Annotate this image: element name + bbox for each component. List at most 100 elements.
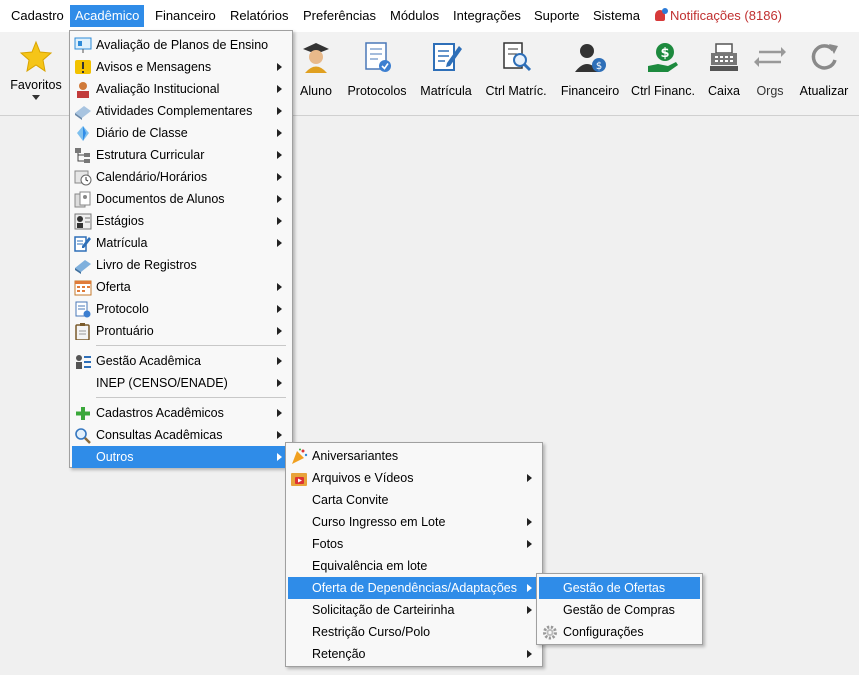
- financeiro-label: Financeiro: [560, 84, 620, 98]
- notification-bell-icon: [655, 8, 668, 21]
- menu-item-configuracoes[interactable]: Configurações: [539, 621, 700, 643]
- oferta-dependencias-submenu: Gestão de Ofertas Gestão de Compras Conf…: [536, 573, 703, 645]
- menu-item-retencao[interactable]: Retenção: [288, 643, 540, 665]
- aluno-button[interactable]: Aluno: [296, 40, 336, 110]
- menu-item-documentos-alunos[interactable]: Documentos de Alunos: [72, 188, 290, 210]
- menu-item-oferta[interactable]: Oferta: [72, 276, 290, 298]
- menu-item-restricao-curso-polo[interactable]: Restrição Curso/Polo: [288, 621, 540, 643]
- menu-item-matricula[interactable]: Matrícula: [72, 232, 290, 254]
- menu-sistema[interactable]: Sistema: [588, 5, 645, 27]
- menu-separator: [96, 345, 286, 346]
- student-icon: [303, 43, 329, 73]
- notifications-link[interactable]: Notificações (8186): [650, 5, 787, 27]
- menu-item-fotos[interactable]: Fotos: [288, 533, 540, 555]
- menu-item-avisos[interactable]: Avisos e Mensagens: [72, 56, 290, 78]
- menu-suporte[interactable]: Suporte: [529, 5, 585, 27]
- svg-text:$: $: [660, 46, 669, 61]
- submenu-arrow-icon: [277, 409, 282, 417]
- diary-icon: [77, 126, 89, 141]
- menu-item-estagios[interactable]: Estágios: [72, 210, 290, 232]
- menu-item-protocolo[interactable]: Protocolo: [72, 298, 290, 320]
- menu-item-gestao-academica[interactable]: Gestão Acadêmica: [72, 350, 290, 372]
- protocol-document-icon: [75, 301, 91, 318]
- menu-item-curso-ingresso-lote[interactable]: Curso Ingresso em Lote: [288, 511, 540, 533]
- menu-item-oferta-dependencias[interactable]: Oferta de Dependências/Adaptações: [288, 577, 540, 599]
- submenu-arrow-icon: [277, 151, 282, 159]
- menu-item-avaliacao-institucional[interactable]: Avaliação Institucional: [72, 78, 290, 100]
- party-icon: [292, 448, 308, 464]
- favoritos-button[interactable]: Favoritos: [6, 40, 66, 110]
- warning-sign-icon: [75, 60, 91, 74]
- menu-item-avaliacao-planos[interactable]: Avaliação de Planos de Ensino: [72, 34, 290, 56]
- menu-relatorios[interactable]: Relatórios: [225, 5, 294, 27]
- submenu-arrow-icon: [277, 327, 282, 335]
- menu-item-arquivos-videos[interactable]: Arquivos e Vídeos: [288, 467, 540, 489]
- documents-icon: [74, 191, 91, 208]
- person-clipboard-icon: [77, 82, 89, 98]
- atualizar-button[interactable]: Atualizar: [798, 40, 850, 110]
- menu-item-prontuario[interactable]: Prontuário: [72, 320, 290, 342]
- clipboard-icon: [75, 323, 90, 340]
- menu-item-atividades-complementares[interactable]: Atividades Complementares: [72, 100, 290, 122]
- matricula-label: Matrícula: [420, 84, 472, 98]
- ctrl-financ-label: Ctrl Financ.: [631, 84, 695, 98]
- menu-item-gestao-ofertas[interactable]: Gestão de Ofertas: [539, 577, 700, 599]
- star-icon: [19, 40, 53, 73]
- swap-arrows-icon: [754, 47, 786, 67]
- cash-register-icon: [710, 43, 738, 71]
- submenu-arrow-icon: [527, 474, 532, 482]
- menu-cadastro[interactable]: Cadastro: [6, 5, 69, 27]
- book-icon: [75, 260, 91, 274]
- management-icon: [76, 355, 91, 369]
- submenu-arrow-icon: [277, 283, 282, 291]
- menu-academico[interactable]: Acadêmico: [70, 5, 145, 27]
- menu-item-gestao-compras[interactable]: Gestão de Compras: [539, 599, 700, 621]
- financeiro-button[interactable]: $ Financeiro: [559, 40, 621, 110]
- protocolos-button[interactable]: Protocolos: [346, 40, 408, 110]
- caixa-button[interactable]: Caixa: [706, 40, 742, 110]
- outros-submenu: Aniversariantes Arquivos e Vídeos Carta …: [285, 442, 543, 667]
- menu-item-diario-classe[interactable]: Diário de Classe: [72, 122, 290, 144]
- menu-integracoes[interactable]: Integrações: [448, 5, 526, 27]
- person-money-icon: $: [575, 44, 606, 72]
- menu-item-calendario[interactable]: Calendário/Horários: [72, 166, 290, 188]
- caixa-label: Caixa: [708, 84, 740, 98]
- books-icon: [75, 106, 91, 120]
- submenu-arrow-icon: [277, 379, 282, 387]
- submenu-arrow-icon: [277, 431, 282, 439]
- submenu-arrow-icon: [277, 173, 282, 181]
- hierarchy-icon: [75, 148, 90, 163]
- atualizar-label: Atualizar: [799, 84, 849, 98]
- menu-item-aniversariantes[interactable]: Aniversariantes: [288, 445, 540, 467]
- menu-preferencias[interactable]: Preferências: [298, 5, 381, 27]
- protocolos-label: Protocolos: [347, 84, 407, 98]
- menu-item-estrutura-curricular[interactable]: Estrutura Curricular: [72, 144, 290, 166]
- submenu-arrow-icon: [277, 453, 282, 461]
- menu-bar: Cadastro Acadêmico Financeiro Relatórios…: [0, 0, 859, 32]
- submenu-arrow-icon: [527, 518, 532, 526]
- menu-item-equivalencia-lote[interactable]: Equivalência em lote: [288, 555, 540, 577]
- magnifier-icon: [75, 428, 91, 444]
- menu-modulos[interactable]: Módulos: [385, 5, 444, 27]
- matricula-button[interactable]: Matrícula: [418, 40, 474, 110]
- protocol-document-icon: [365, 42, 391, 72]
- orgs-label: Orgs: [756, 84, 784, 98]
- submenu-arrow-icon: [277, 63, 282, 71]
- ctrl-matric-button[interactable]: Ctrl Matríc.: [484, 40, 548, 110]
- ctrl-financ-button[interactable]: $ Ctrl Financ.: [630, 40, 696, 110]
- money-hand-icon: $: [648, 43, 678, 72]
- submenu-arrow-icon: [277, 357, 282, 365]
- menu-item-carta-convite[interactable]: Carta Convite: [288, 489, 540, 511]
- menu-item-solicitacao-carteirinha[interactable]: Solicitação de Carteirinha: [288, 599, 540, 621]
- menu-financeiro[interactable]: Financeiro: [150, 5, 221, 27]
- menu-item-inep[interactable]: INEP (CENSO/ENADE): [72, 372, 290, 394]
- menu-item-cadastros-academicos[interactable]: Cadastros Acadêmicos: [72, 402, 290, 424]
- orgs-button[interactable]: Orgs: [752, 40, 788, 110]
- menu-item-outros[interactable]: Outros: [72, 446, 290, 468]
- submenu-arrow-icon: [527, 540, 532, 548]
- menu-item-consultas-academicas[interactable]: Consultas Acadêmicas: [72, 424, 290, 446]
- submenu-arrow-icon: [277, 195, 282, 203]
- aluno-label: Aluno: [300, 84, 332, 98]
- submenu-arrow-icon: [527, 606, 532, 614]
- menu-item-livro-registros[interactable]: Livro de Registros: [72, 254, 290, 276]
